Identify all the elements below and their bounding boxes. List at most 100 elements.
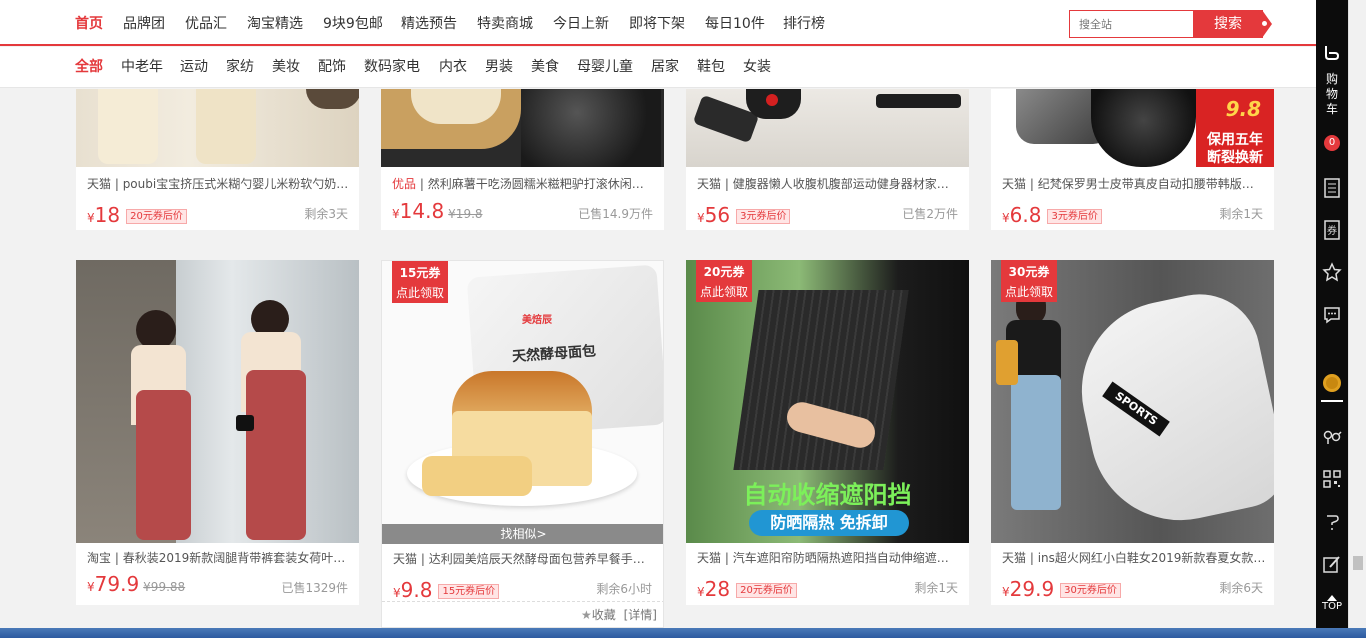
cat-household[interactable]: 居家 — [651, 47, 679, 88]
product-title[interactable]: 天猫 | 达利园美焙辰天然酵母面包营养早餐手… — [393, 550, 655, 567]
cat-elderly[interactable]: 中老年 — [121, 47, 163, 88]
coupon-tag: 20元券后价 — [736, 583, 797, 598]
product-title[interactable]: 优品 | 然利麻薯干吃汤圆糯米糍粑驴打滚休闲… — [392, 175, 654, 192]
cat-digital[interactable]: 数码家电 — [364, 47, 420, 88]
product-title[interactable]: 天猫 | ins超火网红小白鞋女2019新款春夏女款… — [1002, 549, 1264, 566]
cat-home-textile[interactable]: 家纺 — [226, 47, 254, 88]
search-box: 搜索 — [1069, 10, 1273, 38]
product-card[interactable]: 天猫 | poubi宝宝挤压式米糊勺婴儿米粉软勺奶… ¥18 20元券后价 剩余3… — [76, 89, 359, 230]
product-card[interactable]: 优品 | 然利麻薯干吃汤圆糯米糍粑驴打滚休闲… ¥14.8 ¥19.8 已售14.… — [381, 89, 664, 230]
message-icon[interactable] — [1316, 305, 1348, 329]
promo-text-replace: 断裂换新 — [1207, 150, 1263, 166]
product-meta: 已售14.9万件 — [578, 207, 653, 221]
cat-womenswear[interactable]: 女装 — [743, 47, 771, 88]
nav-ranking[interactable]: 排行榜 — [783, 0, 825, 46]
cat-food[interactable]: 美食 — [531, 47, 559, 88]
product-price: ¥18 20元券后价 — [87, 203, 187, 227]
coupon-tag: 3元券后价 — [1047, 209, 1102, 224]
product-meta: 剩余3天 — [304, 207, 348, 221]
product-card[interactable]: 淘宝 | 春秋装2019新款阔腿背带裤套装女荷叶… ¥79.9 ¥99.88 已售… — [76, 260, 359, 605]
product-card[interactable]: 9.8 保用五年 断裂换新 天猫 | 纪梵保罗男士皮带真皮自动扣腰带韩版… ¥6… — [991, 89, 1274, 230]
product-title[interactable]: 淘宝 | 春秋装2019新款阔腿背带裤套装女荷叶… — [87, 549, 349, 566]
product-card[interactable]: SPORTS 30元券 点此领取 天猫 | ins超火网红小白鞋女2019新款春夏… — [991, 260, 1274, 605]
nav-daily-10[interactable]: 每日10件 — [705, 0, 765, 46]
product-image[interactable] — [76, 89, 359, 167]
nav-brand-group[interactable]: 品牌团 — [123, 0, 165, 46]
product-image[interactable]: 美焙辰 天然酵母面包 — [382, 261, 663, 544]
product-title[interactable]: 天猫 | 纪梵保罗男士皮带真皮自动扣腰带韩版… — [1002, 175, 1264, 192]
product-title[interactable]: 天猫 | 健腹器懒人收腹机腹部运动健身器材家… — [697, 175, 959, 192]
coupon-badge[interactable]: 15元券 点此领取 — [392, 261, 448, 303]
product-meta: 剩余1天 — [914, 581, 958, 595]
product-card-hovered[interactable]: 美焙辰 天然酵母面包 15元券 点此领取 找相似> 天猫 | 达利园美焙辰天然酵母… — [381, 260, 664, 628]
promo-title: 自动收缩遮阳挡 — [743, 481, 912, 509]
product-meta: 已售2万件 — [902, 207, 958, 221]
coupon-tag: 20元券后价 — [126, 209, 187, 224]
find-similar-button[interactable]: 找相似> — [382, 524, 663, 544]
star-icon[interactable]: ★ — [581, 608, 592, 622]
cat-baby[interactable]: 母婴儿童 — [577, 47, 633, 88]
product-card[interactable]: 自动收缩遮阳挡 防晒隔热 免拆卸 20元券 点此领取 天猫 | 汽车遮阳帘防晒隔热… — [686, 260, 969, 605]
favorites-star-icon[interactable] — [1316, 262, 1348, 286]
os-taskbar — [0, 628, 1366, 638]
cat-shoes-bags[interactable]: 鞋包 — [697, 47, 725, 88]
promo-subtitle: 防晒隔热 免拆卸 — [749, 510, 909, 536]
product-image[interactable] — [686, 89, 969, 167]
product-image[interactable]: 9.8 保用五年 断裂换新 — [991, 89, 1274, 167]
nav-9-9[interactable]: 9块9包邮 — [323, 0, 383, 46]
nav-taobao-select[interactable]: 淘宝精选 — [247, 0, 303, 46]
promo-text-warranty: 保用五年 — [1207, 132, 1263, 148]
scrollbar-thumb[interactable] — [1353, 556, 1363, 570]
nav-ending-soon[interactable]: 即将下架 — [629, 0, 685, 46]
coupon-tag: 30元券后价 — [1060, 583, 1121, 598]
product-price: ¥6.8 3元券后价 — [1002, 203, 1102, 227]
cat-accessories[interactable]: 配饰 — [318, 47, 346, 88]
nav-preview[interactable]: 精选预告 — [401, 0, 457, 46]
cart-label[interactable]: 购 物 车 — [1316, 72, 1348, 117]
search-button[interactable]: 搜索 — [1193, 10, 1263, 38]
nav-premium[interactable]: 优品汇 — [185, 0, 227, 46]
search-input[interactable] — [1069, 10, 1194, 38]
page-scrollbar[interactable] — [1348, 0, 1366, 638]
coupon-icon[interactable]: 券 — [1316, 220, 1348, 244]
cat-all[interactable]: 全部 — [75, 47, 103, 88]
product-title[interactable]: 天猫 | 汽车遮阳帘防晒隔热遮阳挡自动伸缩遮… — [697, 549, 959, 566]
package-brand: 美焙辰 — [522, 315, 552, 326]
product-price: ¥56 3元券后价 — [697, 203, 791, 227]
qrcode-icon[interactable] — [1316, 470, 1348, 492]
product-image[interactable] — [76, 260, 359, 543]
product-meta: 已售1329件 — [281, 581, 348, 595]
product-image[interactable]: SPORTS — [991, 260, 1274, 543]
cart-icon[interactable] — [1316, 44, 1348, 66]
product-card[interactable]: 天猫 | 健腹器懒人收腹机腹部运动健身器材家… ¥56 3元券后价 已售2万件 — [686, 89, 969, 230]
help-icon[interactable] — [1316, 512, 1348, 536]
cat-sports[interactable]: 运动 — [180, 47, 208, 88]
detail-link[interactable]: [详情] — [624, 608, 657, 622]
top-nav: 首页 品牌团 优品汇 淘宝精选 9块9包邮 精选预告 特卖商城 今日上新 即将下… — [0, 0, 1316, 46]
cart-count-badge: 0 — [1324, 135, 1340, 151]
svg-text:券: 券 — [1327, 224, 1337, 237]
back-to-top-button[interactable]: TOP — [1316, 595, 1348, 613]
side-toolbar: 购 物 车 0 券 TOP — [1316, 0, 1348, 638]
category-nav: 全部 中老年 运动 家纺 美妆 配饰 数码家电 内衣 男装 美食 母婴儿童 居家… — [0, 47, 1316, 88]
coupon-tag: 3元券后价 — [736, 209, 791, 224]
gender-icon[interactable] — [1316, 427, 1348, 451]
coin-icon[interactable] — [1316, 372, 1348, 402]
orders-icon[interactable] — [1316, 178, 1348, 202]
product-price: ¥14.8 ¥19.8 — [392, 199, 483, 223]
search-dot-icon — [1262, 21, 1267, 26]
feedback-edit-icon[interactable] — [1316, 555, 1348, 577]
nav-sale-mall[interactable]: 特卖商城 — [477, 0, 533, 46]
cat-menswear[interactable]: 男装 — [485, 47, 513, 88]
coupon-badge[interactable]: 30元券 点此领取 — [1001, 260, 1057, 302]
coupon-badge[interactable]: 20元券 点此领取 — [696, 260, 752, 302]
nav-home[interactable]: 首页 — [75, 0, 103, 46]
coupon-tag: 15元券后价 — [438, 584, 500, 599]
favorite-link[interactable]: 收藏 — [592, 608, 616, 622]
nav-new-today[interactable]: 今日上新 — [553, 0, 609, 46]
product-title[interactable]: 天猫 | poubi宝宝挤压式米糊勺婴儿米粉软勺奶… — [87, 175, 349, 192]
product-image[interactable]: 自动收缩遮阳挡 防晒隔热 免拆卸 — [686, 260, 969, 543]
cat-underwear[interactable]: 内衣 — [439, 47, 467, 88]
cat-beauty[interactable]: 美妆 — [272, 47, 300, 88]
product-image[interactable] — [381, 89, 664, 167]
